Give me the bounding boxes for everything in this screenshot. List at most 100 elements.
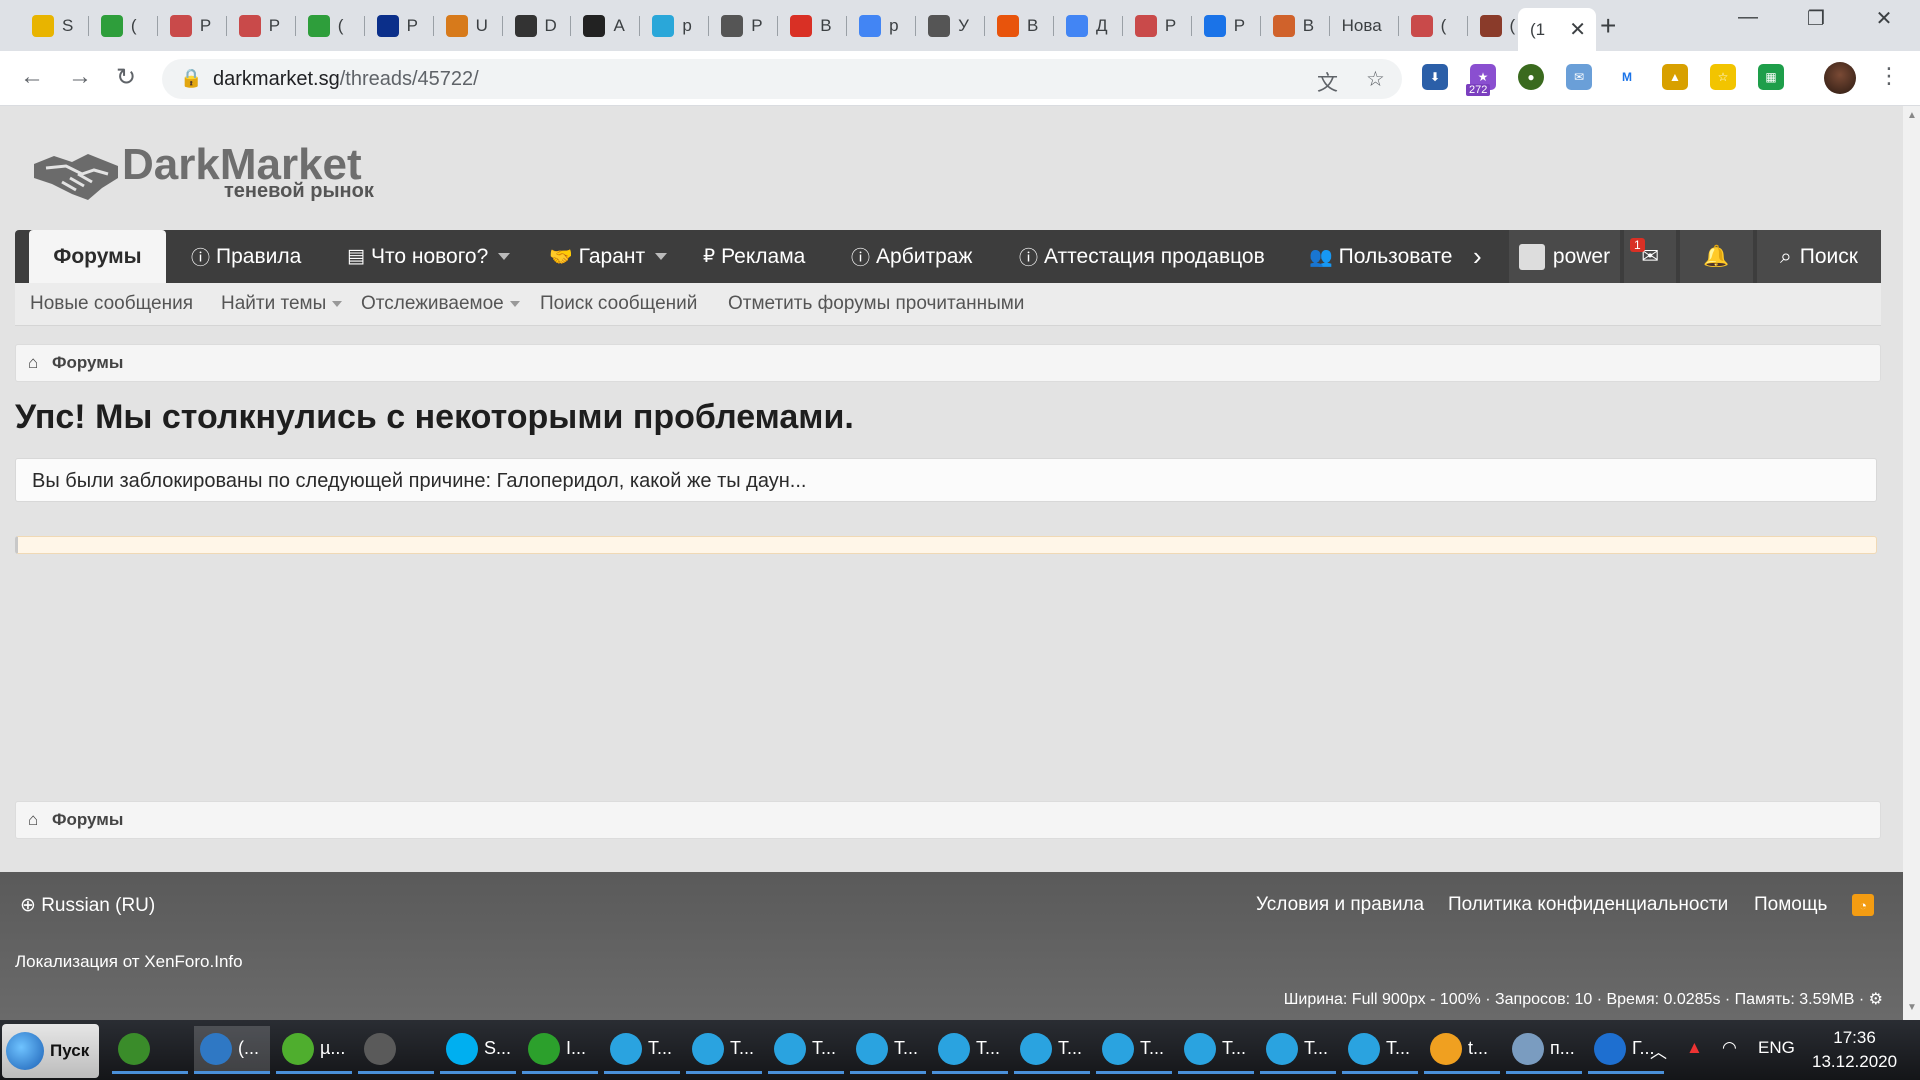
start-button[interactable]: Пуск bbox=[2, 1024, 99, 1078]
close-tab-icon[interactable]: ✕ bbox=[1569, 17, 1586, 42]
taskbar-app[interactable]: T... bbox=[1178, 1026, 1254, 1074]
browser-tab[interactable]: B bbox=[985, 8, 1054, 43]
localization-credit[interactable]: Локализация от XenForo.Info bbox=[15, 952, 243, 972]
profile-avatar[interactable] bbox=[1824, 62, 1856, 94]
back-icon[interactable]: ← bbox=[20, 63, 44, 91]
bookmark-star-icon[interactable]: ☆ bbox=[1366, 67, 1385, 92]
nav-rules[interactable]: ⓘ Правила bbox=[191, 230, 301, 283]
browser-tab[interactable]: p bbox=[847, 8, 917, 43]
close-window-icon[interactable]: ✕ bbox=[1854, 6, 1914, 36]
user-account-button[interactable]: power bbox=[1509, 230, 1620, 283]
browser-tab[interactable]: B bbox=[1261, 8, 1330, 43]
download-extension-icon[interactable]: ⬇ bbox=[1422, 64, 1448, 90]
rss-icon[interactable]: ◔ bbox=[1852, 894, 1874, 916]
breadcrumb-forums-link[interactable]: Форумы bbox=[52, 810, 123, 830]
taskbar-app[interactable]: T... bbox=[1260, 1026, 1336, 1074]
browser-tab[interactable]: У bbox=[916, 8, 985, 43]
wifi-icon[interactable]: ◠ bbox=[1722, 1038, 1737, 1058]
taskbar-app[interactable] bbox=[358, 1026, 434, 1074]
browser-tab[interactable]: U bbox=[434, 8, 503, 43]
address-url[interactable]: darkmarket.sg/threads/45722/ bbox=[213, 68, 479, 91]
browser-tab[interactable]: B bbox=[778, 8, 848, 43]
nav-forums[interactable]: Форумы bbox=[29, 230, 166, 283]
chevron-down-icon[interactable] bbox=[332, 300, 343, 307]
nav-scroll-right-icon[interactable]: › bbox=[1473, 230, 1482, 283]
browser-tab[interactable]: Нова bbox=[1330, 8, 1399, 43]
browser-tab[interactable]: P bbox=[158, 8, 227, 43]
taskbar-app[interactable]: I... bbox=[522, 1026, 598, 1074]
chevron-down-icon[interactable] bbox=[498, 253, 511, 260]
tray-app-icon[interactable]: ▲ bbox=[1686, 1038, 1703, 1058]
gmail-extension-icon[interactable]: M bbox=[1614, 64, 1640, 90]
tray-expand-icon[interactable]: ︿ bbox=[1650, 1038, 1667, 1063]
browser-tab[interactable]: ( bbox=[89, 8, 158, 43]
taskbar-app[interactable]: T... bbox=[1342, 1026, 1418, 1074]
page-scrollbar[interactable]: ▲ ▼ bbox=[1903, 106, 1920, 1020]
nav-whats-new[interactable]: ▤ Что нового? bbox=[347, 230, 511, 283]
site-logo[interactable]: DarkMarket теневой рынок bbox=[32, 136, 392, 211]
globe-extension-icon[interactable]: ● bbox=[1518, 64, 1544, 90]
taskbar-app[interactable]: T... bbox=[604, 1026, 680, 1074]
nav-guarantor[interactable]: 🤝 Гарант bbox=[549, 230, 668, 283]
hat-extension-icon[interactable]: ▲ bbox=[1662, 64, 1688, 90]
translate-icon[interactable]: 文 bbox=[1317, 67, 1338, 97]
chevron-down-icon[interactable] bbox=[655, 253, 668, 260]
menu-kebab-icon[interactable]: ⋮ bbox=[1878, 63, 1900, 89]
nav-ads[interactable]: ₽ Реклама bbox=[703, 230, 805, 283]
taskbar-app[interactable]: µ... bbox=[276, 1026, 352, 1074]
new-tab-button[interactable]: + bbox=[1600, 10, 1616, 42]
subnav-search-posts[interactable]: Поиск сообщений bbox=[540, 293, 697, 315]
reload-icon[interactable]: ↻ bbox=[116, 63, 136, 92]
browser-tab[interactable]: P bbox=[227, 8, 296, 43]
taskbar-app[interactable]: t... bbox=[1424, 1026, 1500, 1074]
browser-tab[interactable]: P bbox=[365, 8, 434, 43]
taskbar-app[interactable]: (... bbox=[194, 1026, 270, 1074]
forward-icon[interactable]: → bbox=[68, 63, 92, 91]
mail-extension-icon[interactable]: ✉ bbox=[1566, 64, 1592, 90]
taskbar-app[interactable]: T... bbox=[1096, 1026, 1172, 1074]
taskbar-app[interactable] bbox=[112, 1026, 188, 1074]
browser-tab[interactable]: ( bbox=[1399, 8, 1468, 43]
alerts-button[interactable]: 🔔 bbox=[1680, 230, 1753, 283]
footer-terms-link[interactable]: Условия и правила bbox=[1256, 894, 1424, 916]
gear-icon[interactable]: ⚙ bbox=[1869, 991, 1883, 1008]
inbox-button[interactable]: ✉ 1 bbox=[1624, 230, 1676, 283]
scroll-up-icon[interactable]: ▲ bbox=[1907, 110, 1917, 121]
clock[interactable]: 17:36 13.12.2020 bbox=[1812, 1026, 1897, 1074]
taskbar-app[interactable]: T... bbox=[768, 1026, 844, 1074]
footer-privacy-link[interactable]: Политика конфиденциальности bbox=[1448, 894, 1728, 916]
taskbar-app[interactable]: T... bbox=[850, 1026, 926, 1074]
minimize-icon[interactable]: — bbox=[1718, 6, 1778, 36]
chevron-down-icon[interactable] bbox=[509, 300, 520, 307]
home-icon[interactable]: ⌂ bbox=[28, 810, 38, 830]
browser-tab[interactable]: D bbox=[503, 8, 572, 43]
browser-tab[interactable]: ( bbox=[296, 8, 365, 43]
subnav-watched[interactable]: Отслеживаемое bbox=[361, 293, 520, 315]
nav-arbitration[interactable]: ⓘ Арбитраж bbox=[851, 230, 972, 283]
browser-tab[interactable]: p bbox=[640, 8, 710, 43]
nav-seller-attestation[interactable]: ⓘ Аттестация продавцов bbox=[1019, 230, 1265, 283]
subnav-new-posts[interactable]: Новые сообщения bbox=[30, 293, 193, 315]
browser-tab[interactable]: P bbox=[709, 8, 779, 43]
browser-tab[interactable]: A bbox=[571, 8, 641, 43]
restore-icon[interactable]: ❐ bbox=[1786, 6, 1846, 36]
subnav-find-threads[interactable]: Найти темы bbox=[221, 293, 343, 315]
taskbar-app[interactable]: T... bbox=[1014, 1026, 1090, 1074]
scroll-down-icon[interactable]: ▼ bbox=[1907, 1002, 1917, 1013]
star-extension-icon[interactable]: ☆ bbox=[1710, 64, 1736, 90]
taskbar-app[interactable]: п... bbox=[1506, 1026, 1582, 1074]
browser-tab-active[interactable]: (1 ✕ bbox=[1518, 8, 1596, 51]
taskbar-app[interactable]: T... bbox=[686, 1026, 762, 1074]
browser-tab[interactable]: P bbox=[1123, 8, 1192, 43]
footer-help-link[interactable]: Помощь bbox=[1754, 894, 1827, 916]
green-extension-icon[interactable]: ▦ bbox=[1758, 64, 1784, 90]
keyboard-language[interactable]: ENG bbox=[1758, 1038, 1795, 1058]
nav-members[interactable]: 👥 Пользовате bbox=[1309, 230, 1469, 283]
browser-tab[interactable]: Д bbox=[1054, 8, 1123, 43]
search-button[interactable]: ⌕ Поиск bbox=[1757, 230, 1881, 283]
taskbar-app[interactable]: S... bbox=[440, 1026, 516, 1074]
subnav-mark-read[interactable]: Отметить форумы прочитанными bbox=[728, 293, 1024, 315]
browser-tab[interactable]: S bbox=[20, 8, 89, 43]
breadcrumb-forums-link[interactable]: Форумы bbox=[52, 353, 123, 373]
taskbar-app[interactable]: T... bbox=[932, 1026, 1008, 1074]
